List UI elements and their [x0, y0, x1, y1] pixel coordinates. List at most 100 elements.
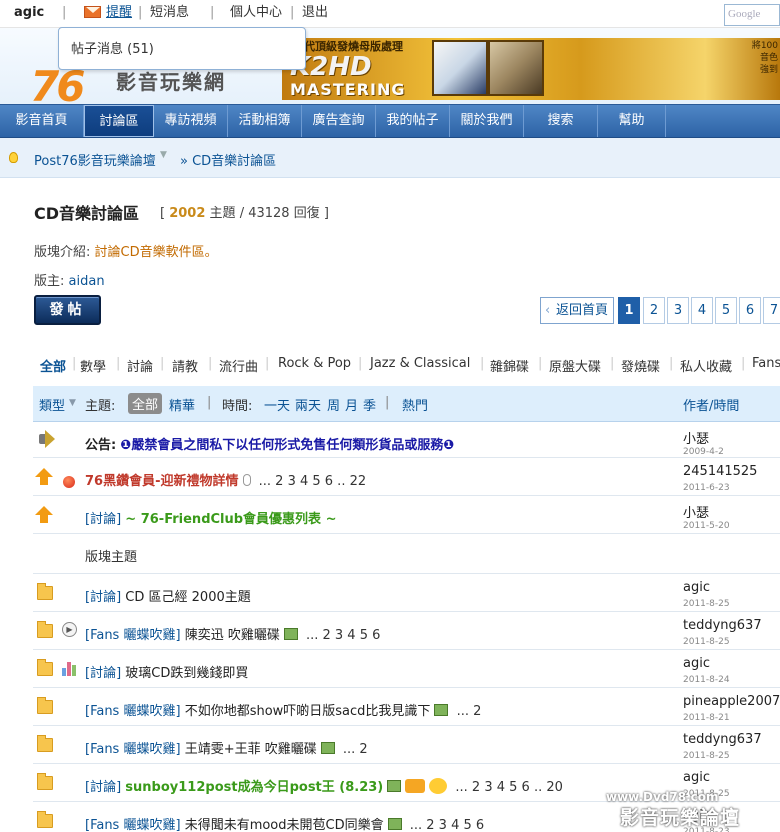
thread-title[interactable]: [Fans 曬蝶吹雞] 王靖雯+王菲 吹雞曬碟 ... 2 — [85, 738, 368, 757]
category-tab[interactable]: 原盤大碟 — [549, 356, 601, 375]
thread-tag[interactable]: [Fans 曬蝶吹雞] — [85, 742, 181, 757]
table-row[interactable]: [討論] 玻璃CD跌到幾錢即買 agic 2011-8-24 — [33, 650, 780, 688]
thread-tag[interactable]: [Fans 曬蝶吹雞] — [85, 628, 181, 643]
category-tab[interactable]: 討論 — [127, 356, 153, 375]
filter-hot[interactable]: 熱門 — [402, 395, 428, 414]
nav-item-interviews[interactable]: 專訪視頻 — [154, 105, 228, 137]
username[interactable]: agic — [14, 4, 44, 22]
thread-title-text[interactable]: 未得聞未有mood未開苞CD同樂會 — [185, 818, 384, 832]
category-tab[interactable]: 雜錦碟 — [490, 356, 529, 375]
category-tab[interactable]: Rock & Pop — [278, 356, 351, 371]
thread-title-text[interactable]: 76黑鑽會員-迎新禮物詳情 — [85, 474, 239, 489]
table-row[interactable]: [討論] ~ 76-FriendClub會員優惠列表 ~ 小瑟 2011-5-2… — [33, 496, 780, 534]
page-link[interactable]: 6 — [739, 297, 761, 324]
thread-pages[interactable]: ... 2 3 4 5 6 — [306, 628, 380, 643]
table-row[interactable]: 76黑鑽會員-迎新禮物詳情 ... 2 3 4 5 6 .. 22 245141… — [33, 458, 780, 496]
short-message-link[interactable]: 短消息 — [150, 4, 189, 22]
tooltip-text[interactable]: 帖子消息 (51) — [71, 42, 154, 57]
moderator-link[interactable]: aidan — [69, 274, 105, 289]
thread-tag[interactable]: [Fans 曬蝶吹雞] — [85, 818, 181, 832]
thread-pages[interactable]: ... 2 — [457, 704, 482, 719]
author-name[interactable]: teddyng637 — [683, 618, 762, 633]
chevron-down-icon[interactable]: ▼ — [160, 150, 167, 160]
author-name[interactable]: agic — [683, 656, 710, 671]
category-tab[interactable]: 請教 — [172, 356, 198, 375]
logout-link[interactable]: 退出 — [302, 4, 328, 22]
page-link[interactable]: 7 — [763, 297, 780, 324]
thread-title-text[interactable]: 王靖雯+王菲 吹雞曬碟 — [185, 742, 317, 757]
envelope-icon[interactable] — [84, 6, 101, 18]
advertisement-banner[interactable]: 代頂級發燒母版處理 K2HD MASTERING 將100 音色 強到 — [282, 38, 780, 100]
notification-tooltip[interactable]: 帖子消息 (51) — [58, 27, 306, 70]
breadcrumb-current[interactable]: » CD音樂討論區 — [180, 150, 276, 169]
nav-item-forum[interactable]: 討論區 — [84, 105, 154, 137]
table-row[interactable]: 公告: ❶嚴禁會員之間私下以任何形式免售任何類形貨品或服務❶ 小瑟 2009-4… — [33, 422, 780, 458]
nav-item-help[interactable]: 幫助 — [598, 105, 666, 137]
thread-title[interactable]: [Fans 曬蝶吹雞] 陳奕迅 吹雞曬碟 ... 2 3 4 5 6 — [85, 624, 380, 643]
author-name[interactable]: agic — [683, 580, 710, 595]
thread-pages[interactable]: ... 2 3 4 5 6 .. 20 — [455, 780, 563, 795]
page-link-current[interactable]: 1 — [618, 297, 640, 324]
page-link[interactable]: 4 — [691, 297, 713, 324]
new-post-button[interactable]: 發帖 — [34, 295, 101, 325]
author-name[interactable]: teddyng637 — [683, 732, 762, 747]
thread-title-text[interactable]: ~ 76-FriendClub會員優惠列表 ~ — [125, 512, 336, 527]
author-name[interactable]: agic — [683, 770, 710, 785]
nav-item-about[interactable]: 關於我們 — [450, 105, 524, 137]
thread-title-text[interactable]: 玻璃CD跌到幾錢即買 — [125, 666, 248, 681]
back-to-home-button[interactable]: 返回首頁 — [540, 297, 614, 324]
google-search-input[interactable]: Google — [724, 4, 780, 26]
thread-title[interactable]: 76黑鑽會員-迎新禮物詳情 ... 2 3 4 5 6 .. 22 — [85, 470, 366, 489]
thread-title-text[interactable]: 陳奕迅 吹雞曬碟 — [185, 628, 280, 643]
time-filter-month[interactable]: 月 — [345, 395, 358, 414]
author-time-column[interactable]: 作者/時間 — [683, 395, 739, 414]
time-filter-season[interactable]: 季 — [363, 395, 376, 414]
category-tab[interactable]: 數學 — [80, 356, 106, 375]
table-row[interactable]: [Fans 曬蝶吹雞] 王靖雯+王菲 吹雞曬碟 ... 2 teddyng637… — [33, 726, 780, 764]
page-link[interactable]: 3 — [667, 297, 689, 324]
remind-link[interactable]: 提醒 — [106, 4, 132, 22]
filter-all[interactable]: 全部 — [128, 393, 163, 414]
thread-title[interactable]: [討論] ~ 76-FriendClub會員優惠列表 ~ — [85, 508, 336, 527]
thread-title[interactable]: 公告: ❶嚴禁會員之間私下以任何形式免售任何類形貨品或服務❶ — [85, 434, 454, 453]
category-tab[interactable]: 發燒碟 — [621, 356, 660, 375]
thread-title[interactable]: [討論] sunboy112post成為今日post王 (8.23) ... 2… — [85, 776, 563, 795]
category-tab-all[interactable]: 全部 — [40, 356, 66, 375]
thread-pages[interactable]: ... 2 3 4 5 6 — [410, 818, 484, 832]
breadcrumb-root[interactable]: Post76影音玩樂論壇 — [34, 150, 156, 169]
thread-tag[interactable]: [Fans 曬蝶吹雞] — [85, 704, 181, 719]
thread-tag[interactable]: [討論] — [85, 512, 121, 527]
nav-item-search[interactable]: 搜索 — [524, 105, 598, 137]
nav-item-ads[interactable]: 廣告查詢 — [302, 105, 376, 137]
thread-title[interactable]: [討論] CD 區己經 2000主題 — [85, 586, 251, 605]
thread-title[interactable]: [討論] 玻璃CD跌到幾錢即買 — [85, 662, 248, 681]
chevron-down-icon[interactable]: ▼ — [69, 398, 76, 408]
nav-item-my-posts[interactable]: 我的帖子 — [376, 105, 450, 137]
thread-title-text[interactable]: sunboy112post成為今日post王 (8.23) — [125, 780, 383, 795]
time-filter-day[interactable]: 一天 — [264, 395, 290, 414]
category-tab[interactable]: 流行曲 — [219, 356, 258, 375]
nav-item-albums[interactable]: 活動相簿 — [228, 105, 302, 137]
author-name[interactable]: 小瑟 — [683, 502, 709, 521]
announcement-title[interactable]: ❶嚴禁會員之間私下以任何形式免售任何類形貨品或服務❶ — [120, 438, 454, 453]
thread-tag[interactable]: [討論] — [85, 780, 121, 795]
category-tab[interactable]: Jazz & Classical — [370, 356, 470, 371]
nav-item-home[interactable]: 影音首頁 — [0, 105, 84, 137]
thread-title[interactable]: [Fans 曬蝶吹雞] 未得聞未有mood未開苞CD同樂會 ... 2 3 4 … — [85, 814, 484, 832]
table-row[interactable]: ▶ [Fans 曬蝶吹雞] 陳奕迅 吹雞曬碟 ... 2 3 4 5 6 ted… — [33, 612, 780, 650]
type-filter[interactable]: 類型 — [39, 395, 65, 414]
thread-tag[interactable]: [討論] — [85, 666, 121, 681]
table-row[interactable]: [討論] CD 區己經 2000主題 agic 2011-8-25 — [33, 574, 780, 612]
time-filter-week[interactable]: 周 — [327, 395, 340, 414]
time-filter-two-days[interactable]: 兩天 — [295, 395, 321, 414]
author-name[interactable]: 小瑟 — [683, 428, 709, 447]
filter-digest[interactable]: 精華 — [169, 395, 195, 414]
author-name[interactable]: 245141525 — [683, 464, 757, 479]
page-link[interactable]: 5 — [715, 297, 737, 324]
personal-center-link[interactable]: 個人中心 — [230, 4, 282, 22]
thread-title-text[interactable]: 不如你地都show吓啲日版sacd比我見識下 — [185, 704, 431, 719]
thread-pages[interactable]: ... 2 3 4 5 6 .. 22 — [259, 474, 367, 489]
category-tab[interactable]: Fans — [752, 356, 780, 371]
thread-tag[interactable]: [討論] — [85, 590, 121, 605]
table-row[interactable]: [Fans 曬蝶吹雞] 不如你地都show吓啲日版sacd比我見識下 ... 2… — [33, 688, 780, 726]
